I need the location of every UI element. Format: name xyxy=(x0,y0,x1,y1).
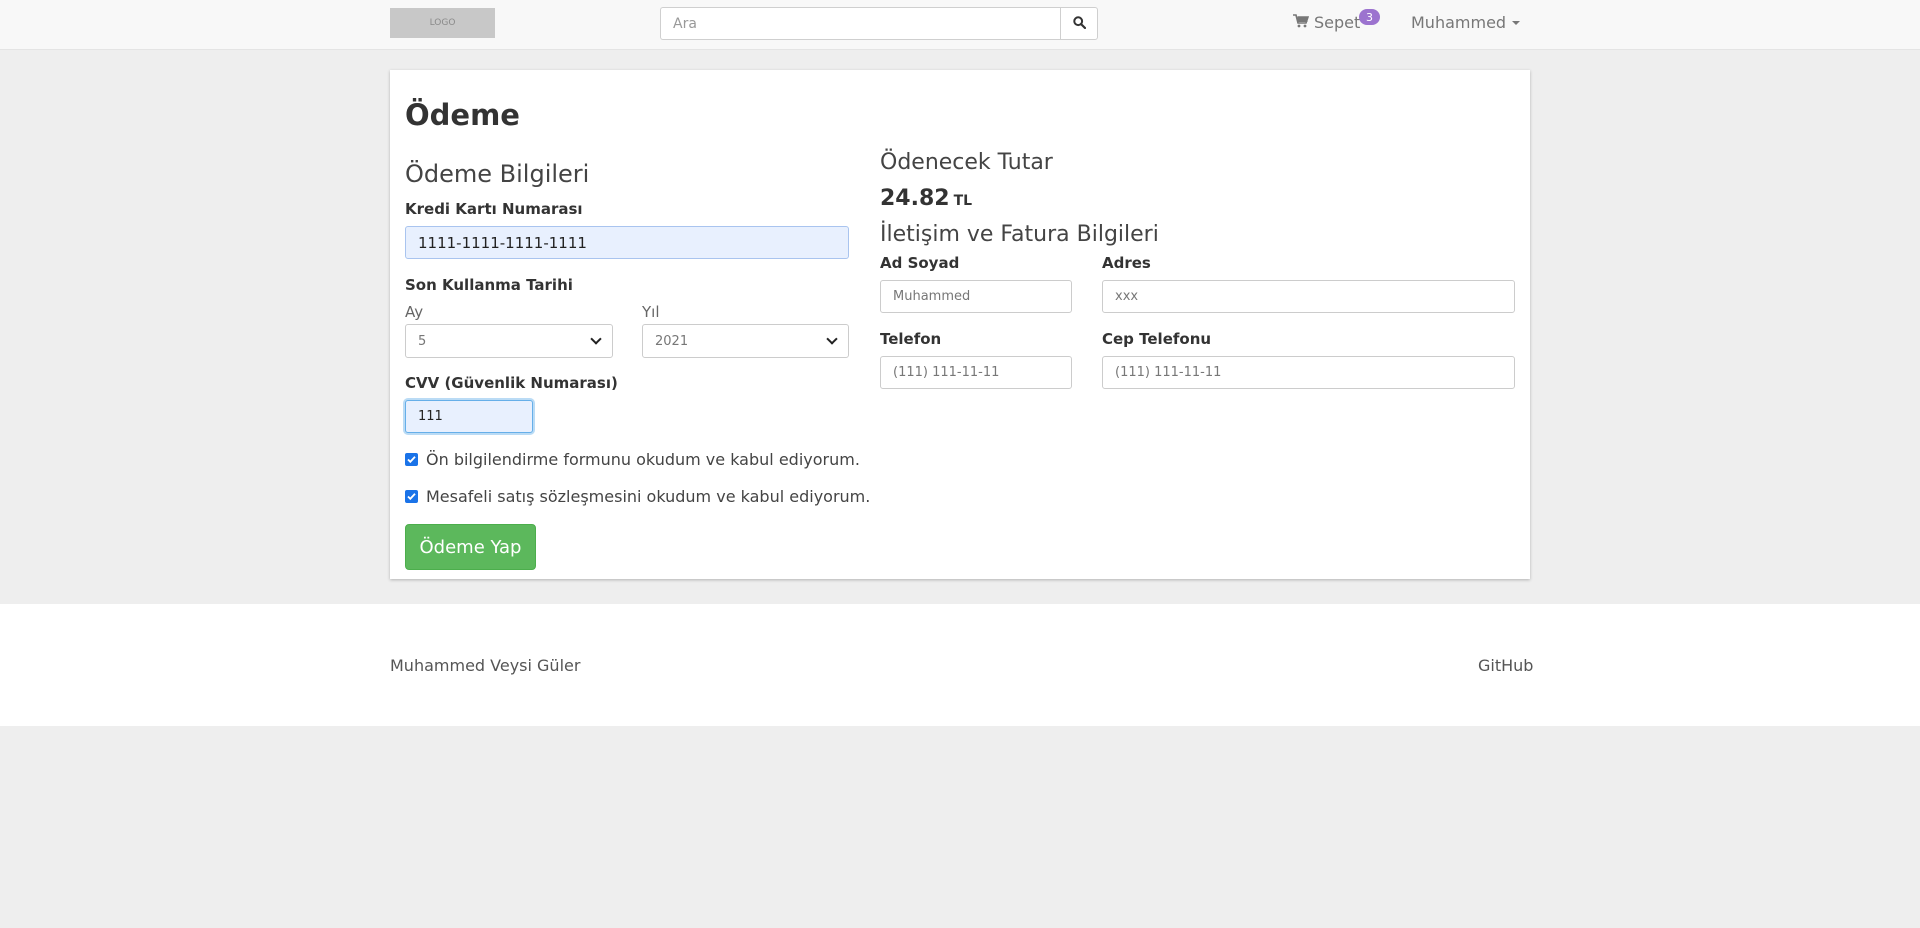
mobile-input[interactable]: (111) 111-11-11 xyxy=(1102,356,1515,389)
payment-section-title: Ödeme Bilgileri xyxy=(405,160,590,188)
info-form-checkbox[interactable] xyxy=(405,453,418,466)
top-navbar: LOGO Sepet 3 Muhammed xyxy=(0,0,1920,50)
address-label: Adres xyxy=(1102,254,1151,272)
name-placeholder: Muhammed xyxy=(893,289,971,304)
chevron-down-icon xyxy=(826,333,838,345)
year-select[interactable]: 2021 xyxy=(642,324,849,358)
search-input[interactable] xyxy=(660,7,1060,40)
name-input[interactable]: Muhammed xyxy=(880,280,1072,313)
phone-label: Telefon xyxy=(880,330,942,348)
mobile-placeholder: (111) 111-11-11 xyxy=(1115,365,1222,380)
search-bar xyxy=(660,7,1098,40)
cvv-value: 111 xyxy=(418,409,443,424)
amount-total: 24.82 TL xyxy=(880,186,972,211)
month-select[interactable]: 5 xyxy=(405,324,613,358)
distance-sales-agreement-label[interactable]: Mesafeli satış sözleşmesini okudum ve ka… xyxy=(426,487,870,506)
cart-count-badge: 3 xyxy=(1359,9,1380,25)
footer-author: Muhammed Veysi Güler xyxy=(390,656,581,675)
month-selected-value: 5 xyxy=(418,333,427,349)
cvv-input[interactable]: 111 xyxy=(405,400,533,433)
cart-link[interactable]: Sepet 3 xyxy=(1293,9,1380,32)
address-input[interactable]: xxx xyxy=(1102,280,1515,313)
checkout-panel: Ödeme Ödeme Bilgileri Kredi Kartı Numara… xyxy=(390,70,1530,579)
shopping-cart-icon xyxy=(1293,13,1310,32)
year-selected-value: 2021 xyxy=(655,333,689,349)
user-menu-dropdown[interactable]: Muhammed xyxy=(1411,13,1521,32)
amount-title: Ödenecek Tutar xyxy=(880,150,1053,175)
page-title: Ödeme xyxy=(405,98,520,132)
card-number-label: Kredi Kartı Numarası xyxy=(405,200,583,218)
pay-button[interactable]: Ödeme Yap xyxy=(405,524,536,570)
page-footer: Muhammed Veysi Güler GitHub xyxy=(0,604,1920,726)
address-placeholder: xxx xyxy=(1115,289,1139,304)
expiry-date-label: Son Kullanma Tarihi xyxy=(405,276,573,294)
cvv-label: CVV (Güvenlik Numarası) xyxy=(405,374,618,392)
cart-label: Sepet xyxy=(1314,13,1361,32)
year-label: Yıl xyxy=(642,303,660,321)
phone-placeholder: (111) 111-11-11 xyxy=(893,365,1000,380)
caret-down-icon xyxy=(1512,20,1521,25)
info-form-agreement-label[interactable]: Ön bilgilendirme formunu okudum ve kabul… xyxy=(426,450,860,469)
month-label: Ay xyxy=(405,303,424,321)
site-logo[interactable]: LOGO xyxy=(390,8,495,38)
distance-sales-agreement: Mesafeli satış sözleşmesini okudum ve ka… xyxy=(405,487,870,506)
card-number-value: 1111-1111-1111-1111 xyxy=(418,233,587,252)
amount-value: 24.82 xyxy=(880,186,950,211)
github-link[interactable]: GitHub xyxy=(1478,656,1533,675)
amount-currency: TL xyxy=(953,193,973,209)
user-name: Muhammed xyxy=(1411,13,1507,32)
card-number-input[interactable]: 1111-1111-1111-1111 xyxy=(405,226,849,259)
search-icon xyxy=(1072,14,1086,33)
search-button[interactable] xyxy=(1060,7,1098,40)
info-form-agreement: Ön bilgilendirme formunu okudum ve kabul… xyxy=(405,450,860,469)
chevron-down-icon xyxy=(590,333,602,345)
name-label: Ad Soyad xyxy=(880,254,960,272)
mobile-label: Cep Telefonu xyxy=(1102,330,1212,348)
contact-section-title: İletişim ve Fatura Bilgileri xyxy=(880,222,1159,247)
distance-sales-checkbox[interactable] xyxy=(405,490,418,503)
phone-input[interactable]: (111) 111-11-11 xyxy=(880,356,1072,389)
